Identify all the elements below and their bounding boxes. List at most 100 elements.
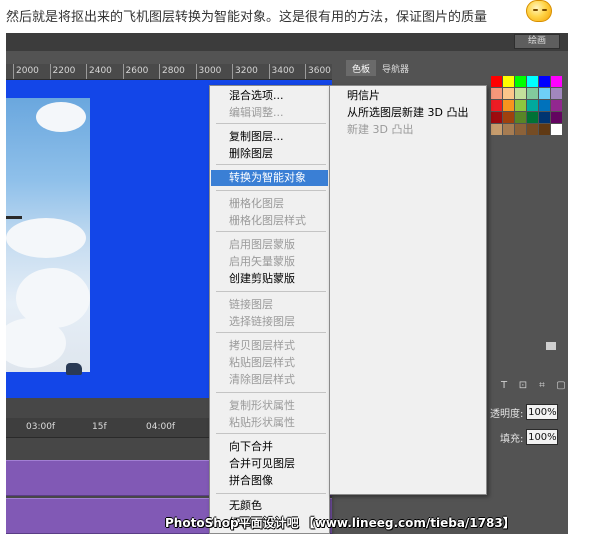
panel-menu-icon[interactable] — [546, 342, 556, 350]
menu-item: 清除图层样式 — [229, 373, 295, 386]
color-swatch[interactable] — [491, 112, 502, 123]
color-swatch[interactable] — [503, 124, 514, 135]
color-swatch[interactable] — [491, 100, 502, 111]
menu-separator — [216, 493, 326, 494]
menu-item: 选择链接图层 — [229, 315, 295, 328]
ruler-tick: 2000 — [13, 64, 39, 79]
opacity-row: 透明度: 100% — [490, 404, 559, 420]
color-swatch[interactable] — [539, 88, 550, 99]
color-swatch[interactable] — [503, 76, 514, 87]
fill-row: 填充: 100% — [500, 429, 559, 445]
tab-swatches[interactable]: 色板 — [346, 60, 377, 76]
menu-item: 栅格化图层样式 — [229, 214, 306, 227]
cloud — [6, 218, 86, 258]
watermark-text: PhotoShop平面设计吧 【www.lineeg.com/tieba/178… — [165, 516, 515, 530]
color-swatch[interactable] — [551, 76, 562, 87]
menu-item: 粘贴图层样式 — [229, 356, 295, 369]
color-swatch[interactable] — [527, 88, 538, 99]
color-swatch[interactable] — [539, 76, 550, 87]
ruler-tick: 2800 — [159, 64, 185, 79]
opacity-label: 透明度: — [490, 408, 524, 420]
menu-separator — [216, 433, 326, 434]
color-swatch[interactable] — [515, 112, 526, 123]
menu-item[interactable]: 创建剪贴蒙版 — [211, 271, 328, 287]
menu-item: 拷贝图层样式 — [229, 339, 295, 352]
color-swatch[interactable] — [539, 124, 550, 135]
menu-separator — [216, 190, 326, 191]
menu-item[interactable]: 混合选项... — [211, 88, 328, 104]
menu-item[interactable]: 合并可见图层 — [211, 456, 328, 472]
tab-navigator[interactable]: 导航器 — [376, 60, 415, 76]
color-swatch[interactable] — [539, 112, 550, 123]
color-swatch[interactable] — [539, 100, 550, 111]
fill-input[interactable]: 100% — [526, 429, 559, 445]
ruler-tick: 3400 — [268, 64, 295, 79]
color-swatch[interactable] — [503, 112, 514, 123]
ruler-tick: 3000 — [195, 64, 222, 79]
menu-item: 复制形状属性 — [229, 399, 295, 412]
ruler-tick: 2200 — [49, 64, 76, 79]
color-swatch[interactable] — [551, 112, 562, 123]
sky-photo-layer — [6, 98, 90, 375]
ruler-tick: 3600 — [305, 64, 331, 79]
ruler-tick: 2400 — [86, 64, 112, 79]
menu-separator — [216, 231, 326, 232]
timeline-tick: 15f — [92, 422, 107, 432]
color-swatch[interactable] — [515, 76, 526, 87]
color-swatch[interactable] — [515, 88, 526, 99]
color-swatch[interactable] — [503, 100, 514, 111]
color-swatch[interactable] — [515, 100, 526, 111]
menu-item[interactable]: 拼合图像 — [211, 473, 328, 489]
menu-separator — [216, 164, 326, 165]
opacity-input[interactable]: 100% — [526, 404, 559, 420]
layer-filter-icons: T ⊡ ⌗ ▢ — [497, 379, 568, 393]
menu-item[interactable]: 向下合并 — [211, 439, 328, 455]
submenu-item: 新建 3D 凸出 — [347, 123, 414, 136]
horizontal-ruler: 2000 2200 2400 2600 2800 3000 3200 3400 3600 — [6, 64, 332, 80]
fill-label: 填充: — [500, 433, 524, 445]
timeline-tick: 03:00f — [26, 422, 56, 432]
menu-item: 启用图层蒙版 — [229, 238, 295, 251]
color-swatch[interactable] — [551, 100, 562, 111]
cloud — [36, 102, 86, 132]
menu-item[interactable]: 删除图层 — [211, 146, 328, 162]
color-swatch[interactable] — [527, 124, 538, 135]
photoshop-window: 绘画 « 20002200240026002800300032003400360… — [6, 33, 568, 534]
submenu-item[interactable]: 从所选图层新建 3D 凸出 — [331, 105, 485, 121]
color-swatch[interactable] — [551, 124, 562, 135]
cloud — [6, 318, 66, 368]
color-swatch[interactable] — [491, 76, 502, 87]
submenu-item[interactable]: 明信片 — [331, 88, 485, 104]
caption-text: 然后就是将抠出来的飞机图层转换为智能对象。这是很有用的方法，保证图片的质量 — [6, 9, 488, 25]
workspace-button[interactable]: 绘画 — [514, 34, 560, 49]
color-swatch[interactable] — [515, 124, 526, 135]
color-swatch[interactable] — [491, 88, 502, 99]
menu-item: 编辑调整... — [229, 106, 284, 119]
toggle-filter-icon[interactable]: ▢ — [554, 379, 568, 393]
menu-item: 启用矢量蒙版 — [229, 255, 295, 268]
menu-item[interactable]: 无颜色 — [211, 498, 328, 514]
color-swatch[interactable] — [503, 88, 514, 99]
color-swatch[interactable] — [491, 124, 502, 135]
menu-item[interactable]: 转换为智能对象 — [211, 170, 328, 186]
smart-object-filter-icon[interactable]: ⌗ — [535, 379, 549, 393]
color-swatch[interactable] — [527, 100, 538, 111]
person-silhouette — [66, 363, 82, 375]
color-swatch[interactable] — [527, 76, 538, 87]
type-filter-icon[interactable]: T — [497, 379, 511, 393]
timeline-tick: 04:00f — [146, 422, 176, 432]
menu-item: 栅格化图层 — [229, 197, 284, 210]
ruler-tick: 3200 — [232, 64, 258, 79]
menu-separator — [216, 392, 326, 393]
shape-filter-icon[interactable]: ⊡ — [516, 379, 530, 393]
menu-separator — [216, 123, 326, 124]
swatch-grid — [491, 76, 562, 135]
color-swatch[interactable] — [551, 88, 562, 99]
panel-tabs: 色板 导航器 — [346, 60, 415, 76]
app-top-bar: 绘画 — [6, 33, 568, 51]
menu-item[interactable]: 复制图层... — [211, 129, 328, 145]
context-submenu: 明信片 从所选图层新建 3D 凸出新建 3D 凸出 — [329, 85, 487, 495]
layer-context-menu: 混合选项... 编辑调整... 复制图层... 删除图层转换为智能对象栅格化图层栅格化… — [209, 85, 330, 534]
color-swatch[interactable] — [527, 112, 538, 123]
airplane-silhouette — [6, 216, 22, 219]
